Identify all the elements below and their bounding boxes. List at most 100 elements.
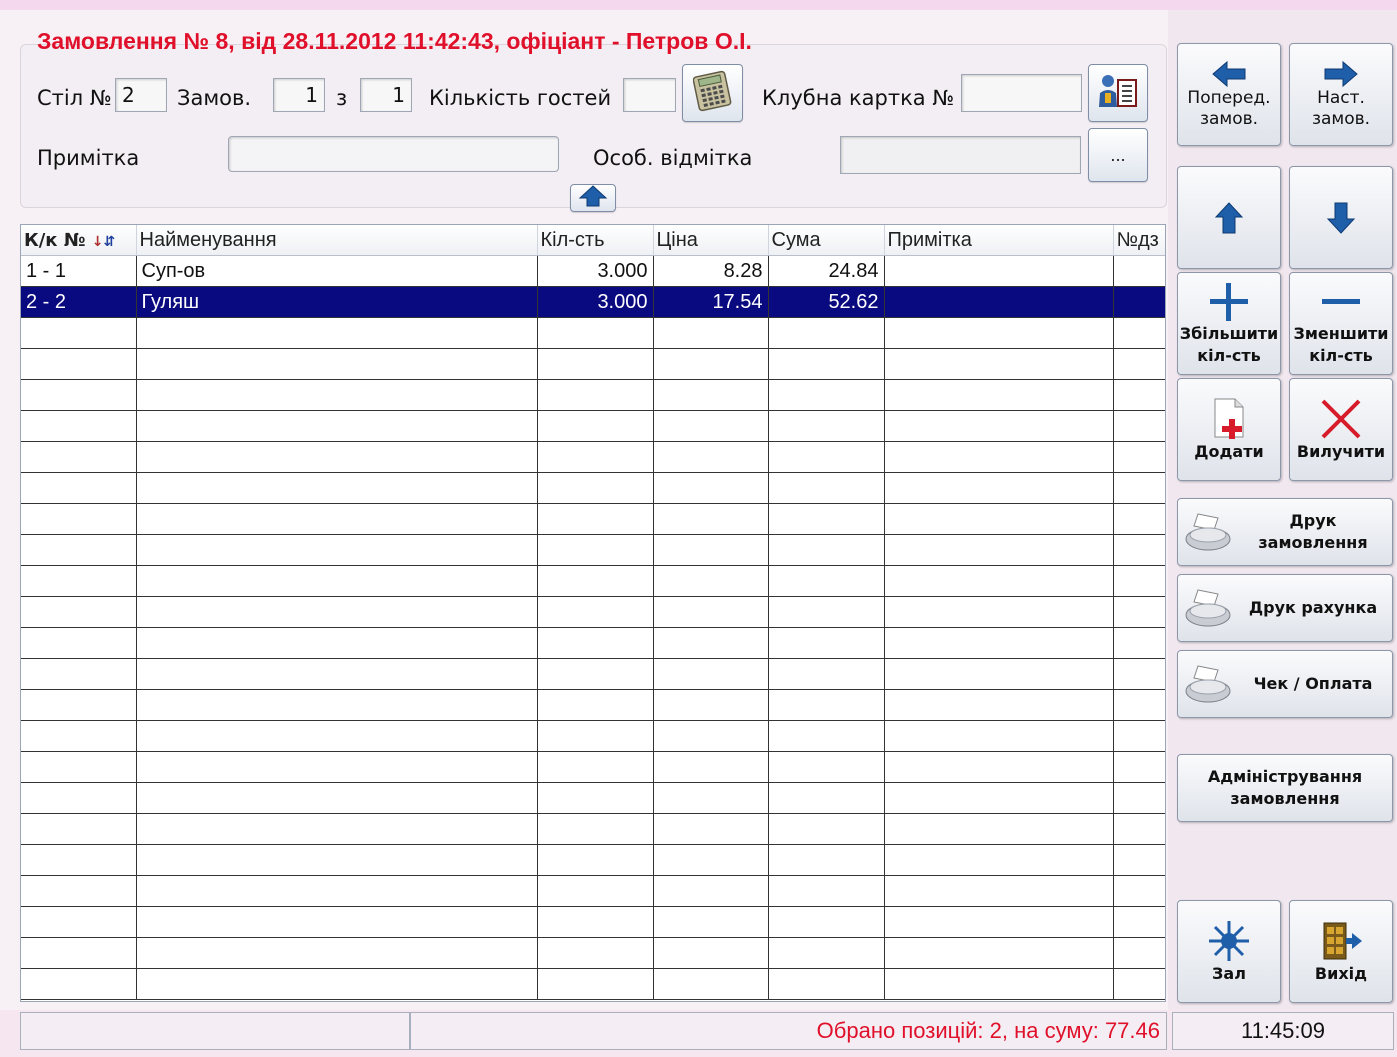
selection-summary: Обрано позицій: 2, на суму: 77.46 — [410, 1012, 1167, 1050]
table-cell: 8.28 — [653, 255, 769, 287]
order-admin-button[interactable]: Адміністрування замовлення — [1177, 754, 1393, 822]
table-row[interactable] — [21, 410, 1165, 442]
table-cell — [1113, 379, 1165, 411]
table-cell — [768, 658, 885, 690]
table-row[interactable] — [21, 968, 1165, 1000]
column-header-note[interactable]: Примітка — [884, 225, 1114, 256]
exit-door-icon — [1318, 919, 1364, 963]
hall-icon — [1207, 919, 1251, 963]
table-row[interactable] — [21, 503, 1165, 535]
table-row[interactable] — [21, 379, 1165, 411]
table-cell: Гуляш — [136, 286, 538, 318]
club-card-button[interactable] — [1088, 64, 1148, 122]
table-row[interactable] — [21, 844, 1165, 876]
receipt-payment-button[interactable]: Чек / Оплата — [1177, 650, 1393, 718]
table-cell — [768, 410, 885, 442]
special-mark-field[interactable] — [840, 136, 1081, 174]
table-row[interactable]: 1 - 1 Суп-ов 3.000 8.28 24.84 — [21, 255, 1165, 287]
guests-count-field[interactable] — [623, 78, 676, 112]
table-row[interactable] — [21, 720, 1165, 752]
table-row[interactable] — [21, 906, 1165, 938]
table-cell — [1113, 503, 1165, 535]
note-field[interactable] — [228, 136, 559, 172]
table-cell — [136, 844, 538, 876]
table-row[interactable] — [21, 875, 1165, 907]
hall-button[interactable]: Зал — [1177, 900, 1281, 1003]
table-cell — [653, 813, 769, 845]
more-options-button[interactable]: ... — [1088, 128, 1148, 182]
of-label: з — [336, 86, 348, 110]
table-cell — [768, 906, 885, 938]
collapse-header-button[interactable] — [570, 184, 616, 212]
increase-qty-button[interactable]: Збільшити кіл-сть — [1177, 272, 1281, 375]
table-row[interactable] — [21, 937, 1165, 969]
column-header-number[interactable]: К/к № ↓⇵ — [21, 225, 137, 256]
order-current-field[interactable]: 1 — [273, 78, 325, 112]
remove-item-button[interactable]: Вилучити — [1289, 378, 1393, 481]
table-cell — [653, 379, 769, 411]
column-header-doc[interactable]: №дз — [1113, 225, 1165, 256]
table-cell — [768, 503, 885, 535]
table-cell — [884, 751, 1114, 783]
decrease-qty-label: Зменшити кіл-сть — [1293, 323, 1389, 365]
table-cell — [1113, 348, 1165, 380]
table-row[interactable] — [21, 596, 1165, 628]
table-cell — [136, 627, 538, 659]
table-cell — [653, 472, 769, 504]
table-cell — [1113, 658, 1165, 690]
table-cell — [537, 596, 654, 628]
table-cell — [768, 472, 885, 504]
table-cell — [768, 348, 885, 380]
prev-order-button[interactable]: Поперед. замов. — [1177, 43, 1281, 146]
column-header-price[interactable]: Ціна — [653, 225, 769, 256]
move-up-button[interactable] — [1177, 166, 1281, 269]
table-row[interactable] — [21, 627, 1165, 659]
table-cell — [136, 751, 538, 783]
remove-item-label: Вилучити — [1296, 441, 1386, 461]
table-row[interactable] — [21, 751, 1165, 783]
add-item-label: Додати — [1194, 441, 1264, 461]
table-cell — [537, 627, 654, 659]
table-cell — [136, 689, 538, 721]
club-card-field[interactable] — [961, 74, 1082, 112]
table-row[interactable] — [21, 317, 1165, 349]
print-order-button[interactable]: Друк замовлення — [1177, 498, 1393, 566]
table-cell — [768, 813, 885, 845]
table-cell — [1113, 689, 1165, 721]
table-row[interactable] — [21, 689, 1165, 721]
table-row[interactable] — [21, 441, 1165, 473]
order-items-grid[interactable]: К/к № ↓⇵ Найменування Кіл-сть Ціна Сума … — [20, 224, 1166, 1002]
table-cell — [768, 689, 885, 721]
exit-button[interactable]: Вихід — [1289, 900, 1393, 1003]
table-number-field[interactable]: 2 — [115, 78, 167, 112]
table-cell — [537, 379, 654, 411]
status-left — [20, 1012, 410, 1050]
order-total-field[interactable]: 1 — [360, 78, 412, 112]
add-item-button[interactable]: Додати — [1177, 378, 1281, 481]
table-row[interactable] — [21, 658, 1165, 690]
next-order-button[interactable]: Наст. замов. — [1289, 43, 1393, 146]
table-cell — [653, 782, 769, 814]
column-header-qty[interactable]: Кіл-сть — [537, 225, 654, 256]
table-row[interactable] — [21, 782, 1165, 814]
table-row[interactable] — [21, 534, 1165, 566]
order-label: Замов. — [177, 86, 252, 110]
table-row[interactable] — [21, 813, 1165, 845]
decrease-qty-button[interactable]: Зменшити кіл-сть — [1289, 272, 1393, 375]
table-row[interactable] — [21, 348, 1165, 380]
note-label: Примітка — [37, 146, 140, 170]
print-bill-button[interactable]: Друк рахунка — [1177, 574, 1393, 642]
table-cell — [537, 658, 654, 690]
table-row[interactable] — [21, 565, 1165, 597]
table-cell — [537, 441, 654, 473]
move-down-button[interactable] — [1289, 166, 1393, 269]
table-row[interactable]: 2 - 2 Гуляш 3.000 17.54 52.62 — [21, 286, 1165, 318]
table-cell — [653, 658, 769, 690]
hall-label: Зал — [1212, 963, 1246, 983]
receipt-payment-label: Чек / Оплата — [1253, 674, 1373, 693]
column-header-sum[interactable]: Сума — [768, 225, 885, 256]
calculator-button[interactable] — [682, 64, 743, 122]
table-cell: 2 - 2 — [21, 286, 137, 318]
column-header-name[interactable]: Найменування — [136, 225, 538, 256]
table-row[interactable] — [21, 472, 1165, 504]
